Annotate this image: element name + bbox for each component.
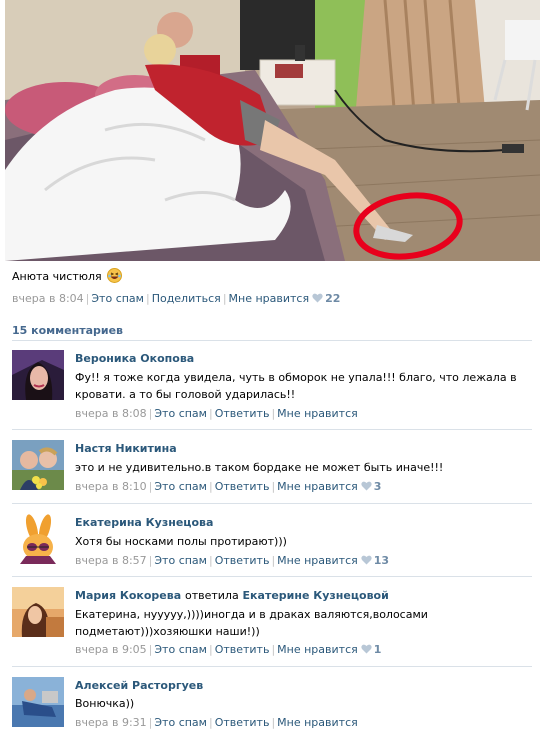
like-link[interactable]: Мне нравится bbox=[277, 554, 358, 567]
divider bbox=[12, 429, 532, 430]
reply-word: ответила bbox=[184, 589, 239, 602]
spam-link[interactable]: Это спам bbox=[154, 643, 207, 656]
spam-link[interactable]: Это спам bbox=[154, 554, 207, 567]
comment-text: Вонючка)) bbox=[75, 697, 135, 710]
like-count: 3 bbox=[373, 480, 382, 493]
like-link[interactable]: Мне нравится bbox=[277, 480, 358, 493]
spam-link[interactable]: Это спам bbox=[154, 716, 207, 729]
like-count: 13 bbox=[373, 554, 390, 567]
comment-text: Екатерина, нууууу,))))иногда и в драках … bbox=[75, 608, 428, 638]
comment-author[interactable]: Алексей Расторгуев bbox=[75, 679, 203, 692]
share-link[interactable]: Поделиться bbox=[152, 292, 221, 305]
comments-count[interactable]: 15 комментариев bbox=[12, 324, 123, 337]
comment-time[interactable]: вчера в 8:57 bbox=[75, 554, 147, 567]
comment-text: Хотя бы носками полы протирают))) bbox=[75, 535, 287, 548]
comment-meta: вчера в 9:31 | Это спам | Ответить | Мне нрави… bbox=[75, 716, 358, 729]
comment-time[interactable]: вчера в 9:05 bbox=[75, 643, 147, 656]
avatar[interactable] bbox=[12, 677, 64, 727]
reply-link[interactable]: Ответить bbox=[215, 643, 270, 656]
post-photo[interactable] bbox=[5, 0, 540, 261]
reply-link[interactable]: Ответить bbox=[215, 407, 270, 420]
divider bbox=[12, 666, 532, 667]
comment-time[interactable]: вчера в 9:31 bbox=[75, 716, 147, 729]
divider bbox=[12, 340, 532, 341]
spam-link[interactable]: Это спам bbox=[154, 407, 207, 420]
avatar[interactable] bbox=[12, 440, 64, 490]
heart-icon[interactable] bbox=[361, 481, 372, 494]
comment-author[interactable]: Екатерина Кузнецова bbox=[75, 516, 213, 529]
reply-link[interactable]: Ответить bbox=[215, 716, 270, 729]
comment-author[interactable]: Вероника Окопова bbox=[75, 352, 194, 365]
like-count: 1 bbox=[373, 643, 382, 656]
divider bbox=[12, 503, 532, 504]
post-time[interactable]: вчера в 8:04 bbox=[12, 292, 84, 305]
spam-link[interactable]: Это спам bbox=[154, 480, 207, 493]
like-link[interactable]: Мне нравится bbox=[277, 643, 358, 656]
reply-link[interactable]: Ответить bbox=[215, 480, 270, 493]
divider bbox=[12, 576, 532, 577]
avatar[interactable] bbox=[12, 587, 64, 637]
laughing-face-icon bbox=[107, 268, 123, 286]
post-text-label: Анюта чистюля bbox=[12, 270, 102, 283]
comment-author[interactable]: Настя Никитина bbox=[75, 442, 177, 455]
like-link[interactable]: Мне нравится bbox=[277, 716, 358, 729]
comment-author: Мария Кокорева ответила Екатерине Кузнец… bbox=[75, 589, 389, 602]
like-link[interactable]: Мне нравится bbox=[277, 407, 358, 420]
reply-link[interactable]: Ответить bbox=[215, 554, 270, 567]
like-count: 22 bbox=[325, 292, 341, 305]
like-link[interactable]: Мне нравится bbox=[229, 292, 310, 305]
post-meta: вчера в 8:04 | Это спам | Поделиться | Мне нра… bbox=[12, 292, 341, 306]
comment-text: это и не удивительно.в таком бордаке не … bbox=[75, 461, 444, 474]
heart-icon[interactable] bbox=[361, 644, 372, 657]
reply-target[interactable]: Екатерине Кузнецовой bbox=[243, 589, 389, 602]
avatar[interactable] bbox=[12, 350, 64, 400]
comment-meta: вчера в 9:05 | Это спам | Ответить | Мне нрави… bbox=[75, 643, 382, 657]
comment-author-name[interactable]: Мария Кокорева bbox=[75, 589, 181, 602]
comment-meta: вчера в 8:57 | Это спам | Ответить | Мне нрави… bbox=[75, 554, 390, 568]
comment-text: Фу!! я тоже когда увидела, чуть в обморо… bbox=[75, 371, 517, 401]
heart-icon[interactable] bbox=[312, 293, 323, 306]
comment-meta: вчера в 8:10 | Это спам | Ответить | Мне нрави… bbox=[75, 480, 382, 494]
heart-icon[interactable] bbox=[361, 555, 372, 568]
comment-meta: вчера в 8:08 | Это спам | Ответить | Мне нрави… bbox=[75, 407, 358, 420]
comment-time[interactable]: вчера в 8:08 bbox=[75, 407, 147, 420]
spam-link[interactable]: Это спам bbox=[91, 292, 144, 305]
avatar[interactable] bbox=[12, 514, 64, 564]
comment-time[interactable]: вчера в 8:10 bbox=[75, 480, 147, 493]
post-text: Анюта чистюля bbox=[12, 268, 123, 286]
